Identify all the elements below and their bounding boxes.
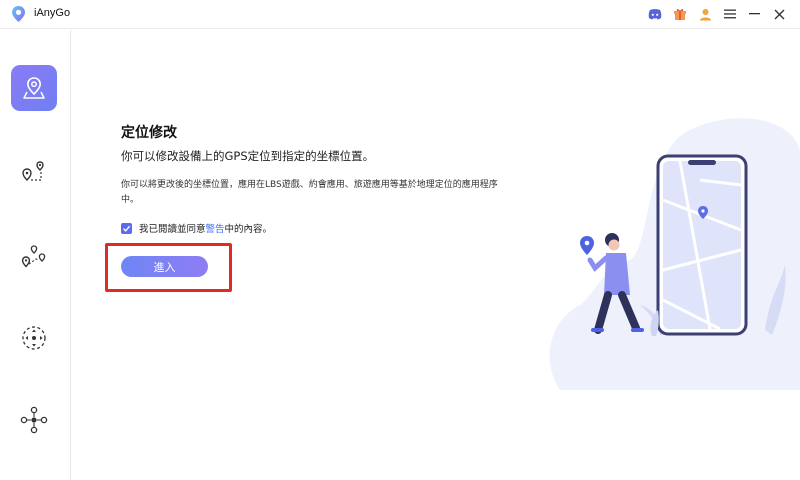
- gift-icon[interactable]: [672, 6, 688, 22]
- joystick-icon: [22, 326, 46, 350]
- discord-icon[interactable]: [647, 6, 663, 22]
- minimize-icon[interactable]: [746, 6, 762, 22]
- sidebar-item-change-location[interactable]: [11, 65, 57, 111]
- two-point-route-icon: [22, 161, 44, 181]
- multi-device-icon: [20, 406, 48, 434]
- warning-link[interactable]: 警告: [206, 221, 225, 235]
- main-panel: 定位修改 你可以修改設備上的GPS定位到指定的坐標位置。 你可以將更改後的坐標位…: [72, 30, 800, 480]
- agreement-suffix: 中的內容。: [224, 224, 273, 235]
- agreement-row: 我已閱讀並同意 警告 中的內容。: [121, 221, 272, 235]
- highlight-annotation: [105, 243, 232, 292]
- page-title: 定位修改: [121, 125, 177, 141]
- checkmark-icon: [123, 225, 131, 232]
- sidebar-item-more-tools[interactable]: [11, 397, 57, 443]
- close-icon[interactable]: [771, 6, 787, 22]
- sidebar: [0, 30, 71, 480]
- page-description: 你可以將更改後的坐標位置，應用在LBS遊戲、約會應用、旅遊應用等基於地理定位的應…: [121, 180, 498, 205]
- multi-point-route-icon: [21, 245, 46, 268]
- agreement-prefix: 我已閱讀並同意: [139, 224, 206, 235]
- location-illustration: [549, 118, 800, 390]
- sidebar-item-single-spot-movement[interactable]: [11, 150, 57, 196]
- title-bar: iAnyGo: [0, 0, 800, 29]
- agreement-checkbox[interactable]: [121, 222, 132, 234]
- user-icon[interactable]: [697, 6, 713, 22]
- app-logo-icon: [12, 6, 25, 22]
- map-pin-icon: [23, 77, 45, 99]
- menu-icon[interactable]: [722, 6, 738, 22]
- app-title: iAnyGo: [34, 7, 71, 19]
- sidebar-item-multi-spot-movement[interactable]: [11, 235, 57, 281]
- sidebar-item-joystick-movement[interactable]: [11, 315, 57, 361]
- page-subtitle: 你可以修改設備上的GPS定位到指定的坐標位置。: [121, 149, 375, 163]
